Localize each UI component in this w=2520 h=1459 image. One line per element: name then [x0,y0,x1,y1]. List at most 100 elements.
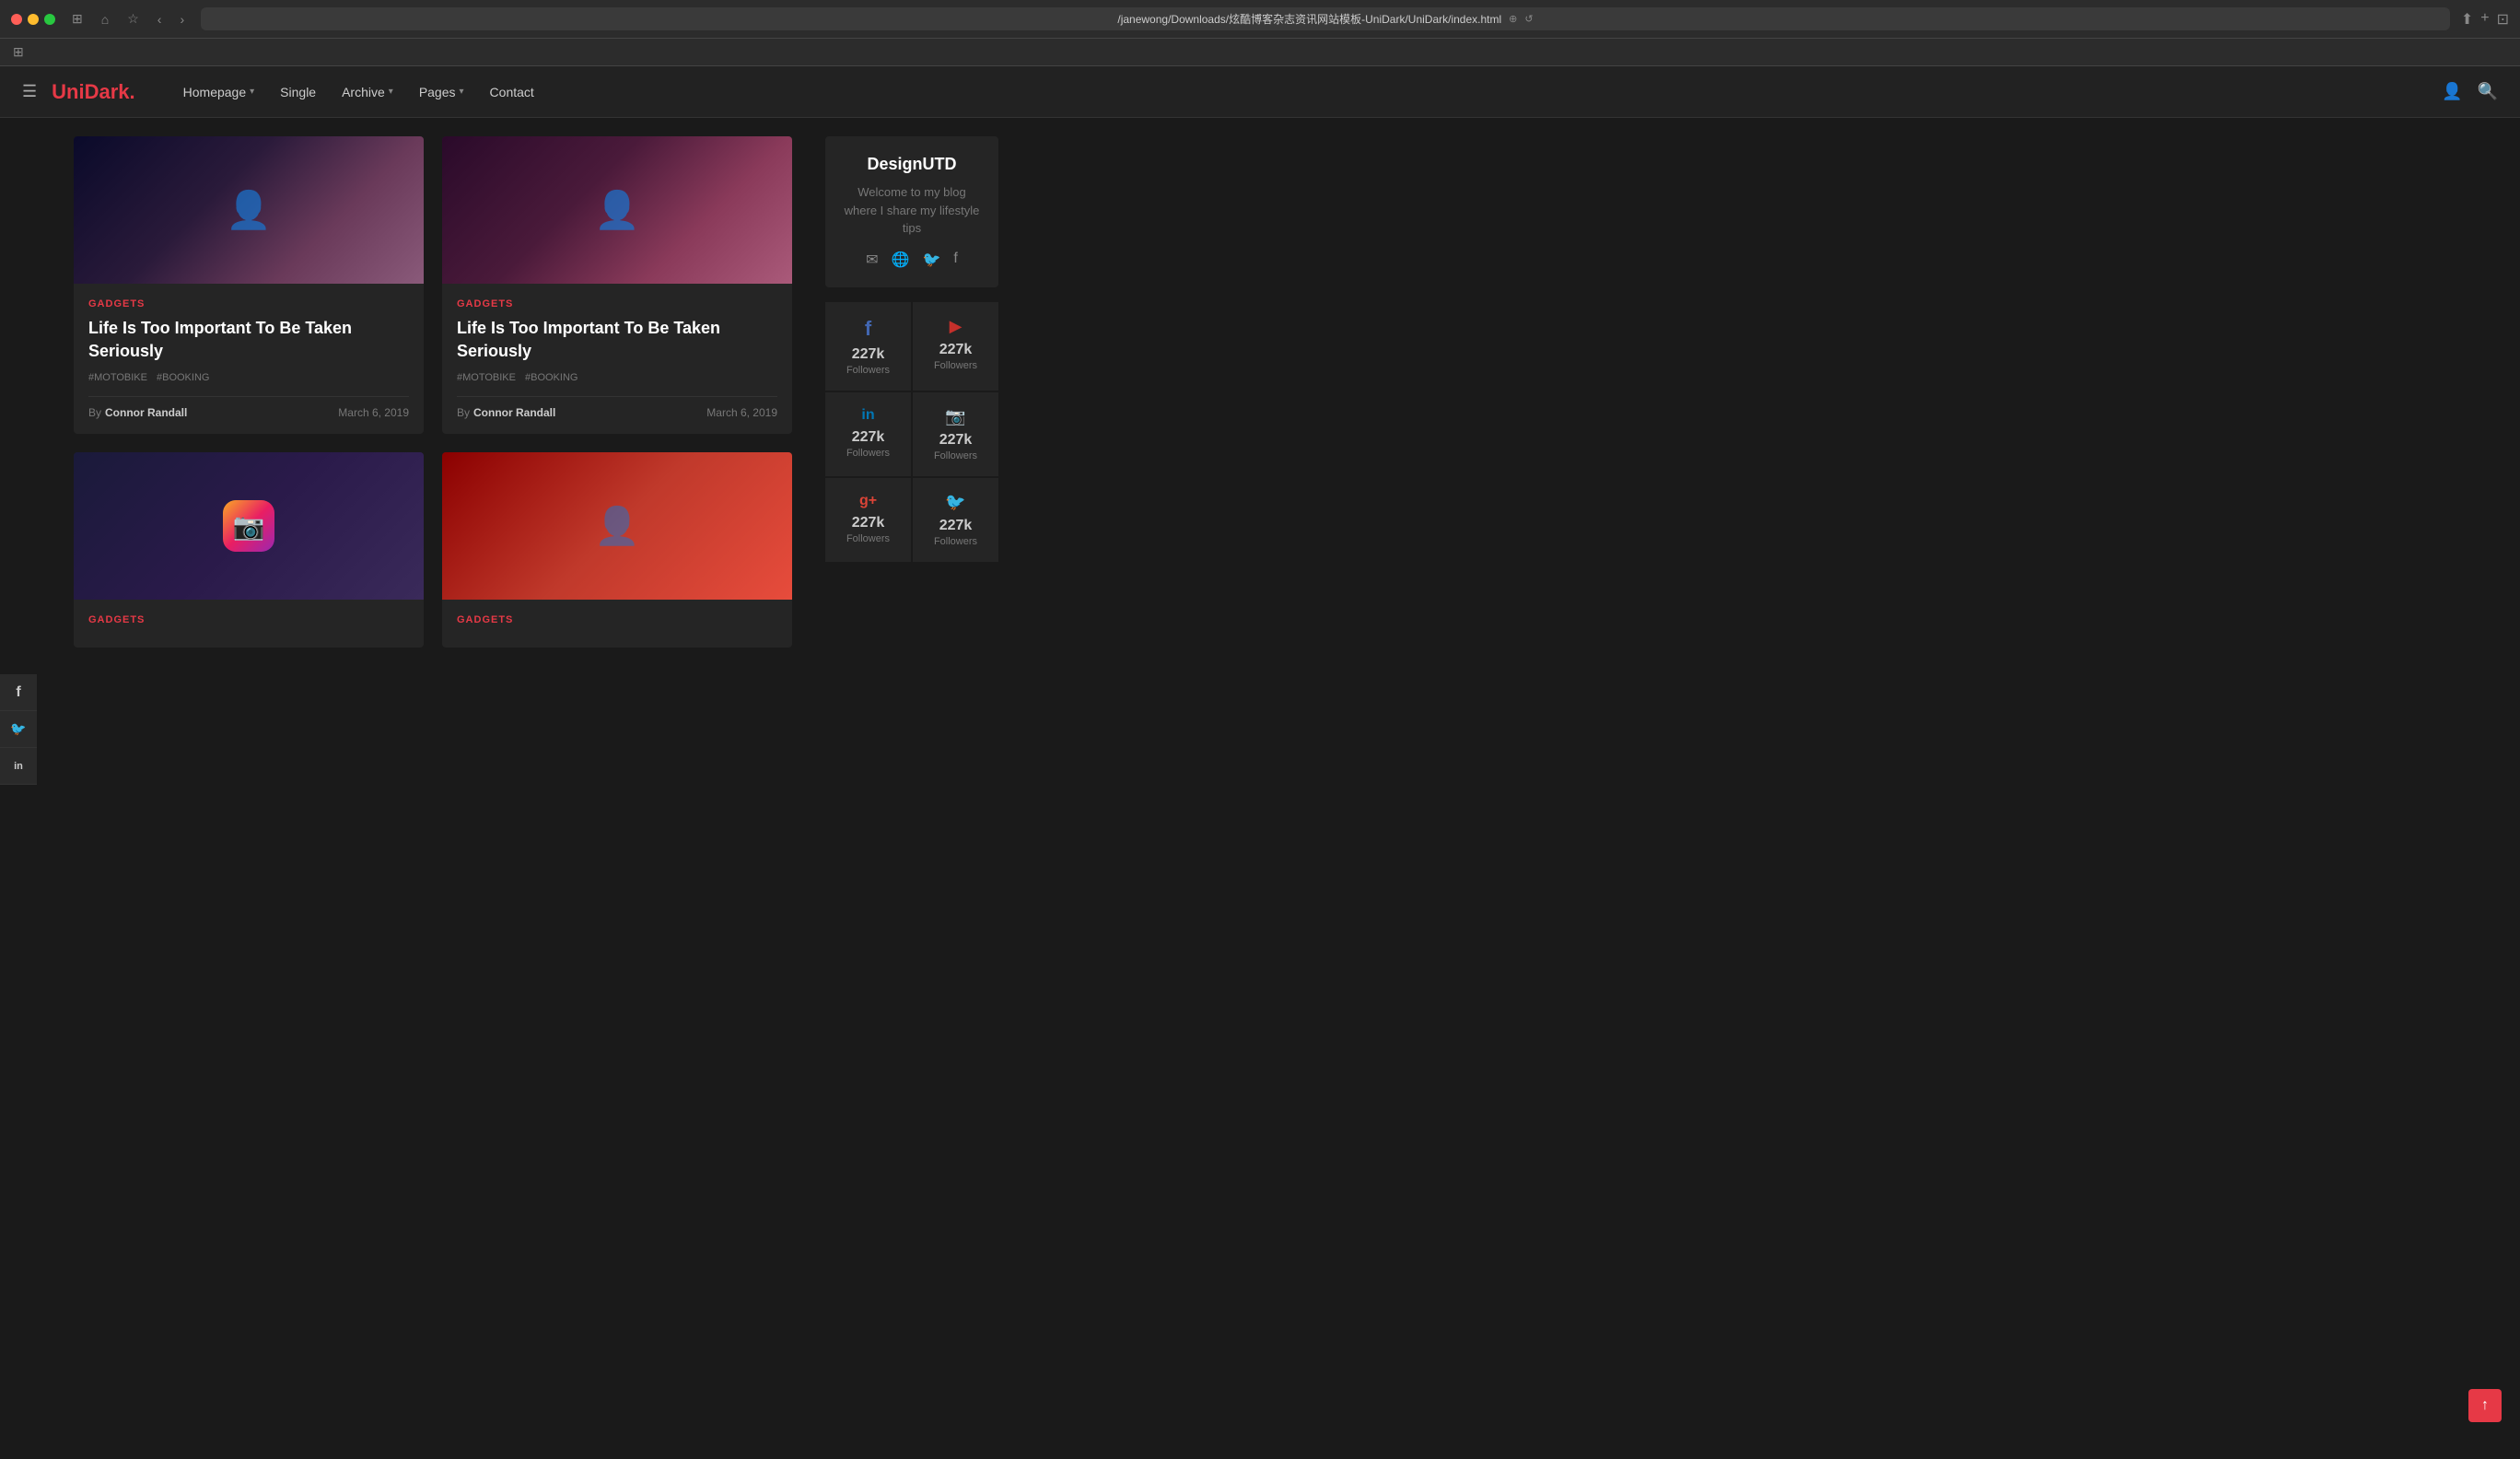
social-grid: f 227k Followers ▶ 227k Followers in 227… [825,302,998,562]
card-2-footer: By Connor Randall March 6, 2019 [457,406,777,419]
linkedin-count: 227k [834,429,902,446]
logo[interactable]: UniDark. [52,80,135,104]
sidebar-globe-icon[interactable]: 🌐 [892,251,910,269]
dot-green[interactable] [44,14,55,25]
youtube-social-icon: ▶ [922,317,989,336]
social-sidebar: f 🐦 in [0,674,37,785]
card-2-category: GADGETS [457,298,777,309]
nav-archive[interactable]: Archive ▾ [331,77,404,107]
twitter-label: Followers [922,536,989,547]
dot-yellow[interactable] [28,14,39,25]
refresh-icon[interactable]: ↺ [1524,13,1533,25]
sidebar-facebook-button[interactable]: f [0,674,37,711]
card-2[interactable]: GADGETS Life Is Too Important To Be Take… [442,136,792,434]
sidebar-social-icons: ✉ 🌐 🐦 f [840,251,984,269]
star-btn[interactable]: ☆ [122,9,145,29]
card-1-author: By Connor Randall [88,406,187,419]
social-card-instagram[interactable]: 📷 227k Followers [913,392,998,476]
card-2-author-name[interactable]: Connor Randall [473,406,555,419]
social-card-linkedin[interactable]: in 227k Followers [825,392,911,476]
linkedin-social-icon: in [834,407,902,424]
sidebar-twitter-button[interactable]: 🐦 [0,711,37,748]
card-2-divider [457,396,777,397]
page-body: GADGETS Life Is Too Important To Be Take… [0,118,2520,666]
sidebar-profile-box: DesignUTD Welcome to my blog where I sha… [825,136,998,287]
arrow-up-icon: ↑ [2481,1397,2489,1414]
sidebar-facebook-icon[interactable]: f [953,251,957,269]
search-icon[interactable]: 🔍 [2478,82,2498,101]
logo-prefix: Uni [52,80,84,103]
browser-controls: ⊞ ⌂ ☆ ‹ › [66,9,190,29]
card-3-image: 📷 [74,452,424,600]
browser-dots [11,14,55,25]
grid-icon[interactable]: ⊞ [13,44,24,60]
card-2-author: By Connor Randall [457,406,555,419]
card-2-date: March 6, 2019 [706,406,777,419]
new-tab-icon[interactable]: + [2480,10,2489,29]
card-4[interactable]: GADGETS [442,452,792,648]
social-card-youtube[interactable]: ▶ 227k Followers [913,302,998,391]
sidebar-email-icon[interactable]: ✉ [866,251,878,269]
chevron-down-icon: ▾ [460,87,464,97]
social-card-googleplus[interactable]: g+ 227k Followers [825,478,911,562]
back-btn[interactable]: ‹ [152,10,168,29]
facebook-label: Followers [834,365,902,376]
googleplus-label: Followers [834,533,902,544]
nav-pages[interactable]: Pages ▾ [408,77,475,107]
share-icon: ⊕ [1509,13,1517,25]
card-2-image [442,136,792,284]
twitter-count: 227k [922,518,989,534]
hamburger-button[interactable]: ☰ [22,82,37,101]
logo-suffix: Dark. [85,80,135,103]
youtube-label: Followers [922,360,989,371]
sidebar-icon[interactable]: ⊡ [2497,10,2509,29]
sidebar-linkedin-button[interactable]: in [0,748,37,785]
card-1-author-name[interactable]: Connor Randall [105,406,187,419]
nav-single[interactable]: Single [269,77,327,107]
card-2-title[interactable]: Life Is Too Important To Be Taken Seriou… [457,317,777,363]
card-2-tag-1[interactable]: #MOTOBIKE [457,372,516,383]
twitter-social-icon: 🐦 [922,493,989,512]
card-1[interactable]: GADGETS Life Is Too Important To Be Take… [74,136,424,434]
user-icon[interactable]: 👤 [2442,82,2462,101]
by-label: By [88,406,101,419]
sidebar: DesignUTD Welcome to my blog where I sha… [811,136,1013,648]
card-3-body: GADGETS [74,600,424,648]
card-1-date: March 6, 2019 [338,406,409,419]
nav-homepage[interactable]: Homepage ▾ [172,77,266,107]
social-card-twitter[interactable]: 🐦 227k Followers [913,478,998,562]
instagram-icon: 📷 [233,511,265,542]
instagram-label: Followers [922,450,989,461]
card-4-category: GADGETS [457,614,777,625]
card-4-body: GADGETS [442,600,792,648]
home-btn[interactable]: ⌂ [96,10,114,29]
sidebar-title: DesignUTD [840,155,984,174]
main-content: GADGETS Life Is Too Important To Be Take… [55,136,811,648]
youtube-count: 227k [922,342,989,358]
nav-right: 👤 🔍 [2442,82,2498,101]
twitter-icon: 🐦 [10,721,26,737]
card-2-tag-2[interactable]: #BOOKING [525,372,578,383]
card-1-tag-2[interactable]: #BOOKING [157,372,209,383]
dot-red[interactable] [11,14,22,25]
card-1-category: GADGETS [88,298,409,309]
sidebar-toggle-btn[interactable]: ⊞ [66,9,88,29]
instagram-social-icon: 📷 [922,407,989,426]
card-1-title[interactable]: Life Is Too Important To Be Taken Seriou… [88,317,409,363]
sidebar-twitter-icon[interactable]: 🐦 [922,251,940,269]
linkedin-label: Followers [834,448,902,459]
url-text: /janewong/Downloads/炫酷博客杂志资讯网站模板-UniDark… [1117,11,1501,27]
card-1-tag-1[interactable]: #MOTOBIKE [88,372,147,383]
social-card-facebook[interactable]: f 227k Followers [825,302,911,391]
instagram-logo: 📷 [223,500,274,552]
mac-toolbar: ⊞ [0,39,2520,66]
sidebar-description: Welcome to my blog where I share my life… [840,183,984,238]
by-label-2: By [457,406,470,419]
nav-contact[interactable]: Contact [479,77,545,107]
forward-btn[interactable]: › [174,10,190,29]
card-1-image [74,136,424,284]
card-3[interactable]: 📷 GADGETS [74,452,424,648]
scroll-top-button[interactable]: ↑ [2468,1389,2502,1422]
address-bar[interactable]: /janewong/Downloads/炫酷博客杂志资讯网站模板-UniDark… [201,7,2450,30]
upload-icon[interactable]: ⬆ [2461,10,2473,29]
